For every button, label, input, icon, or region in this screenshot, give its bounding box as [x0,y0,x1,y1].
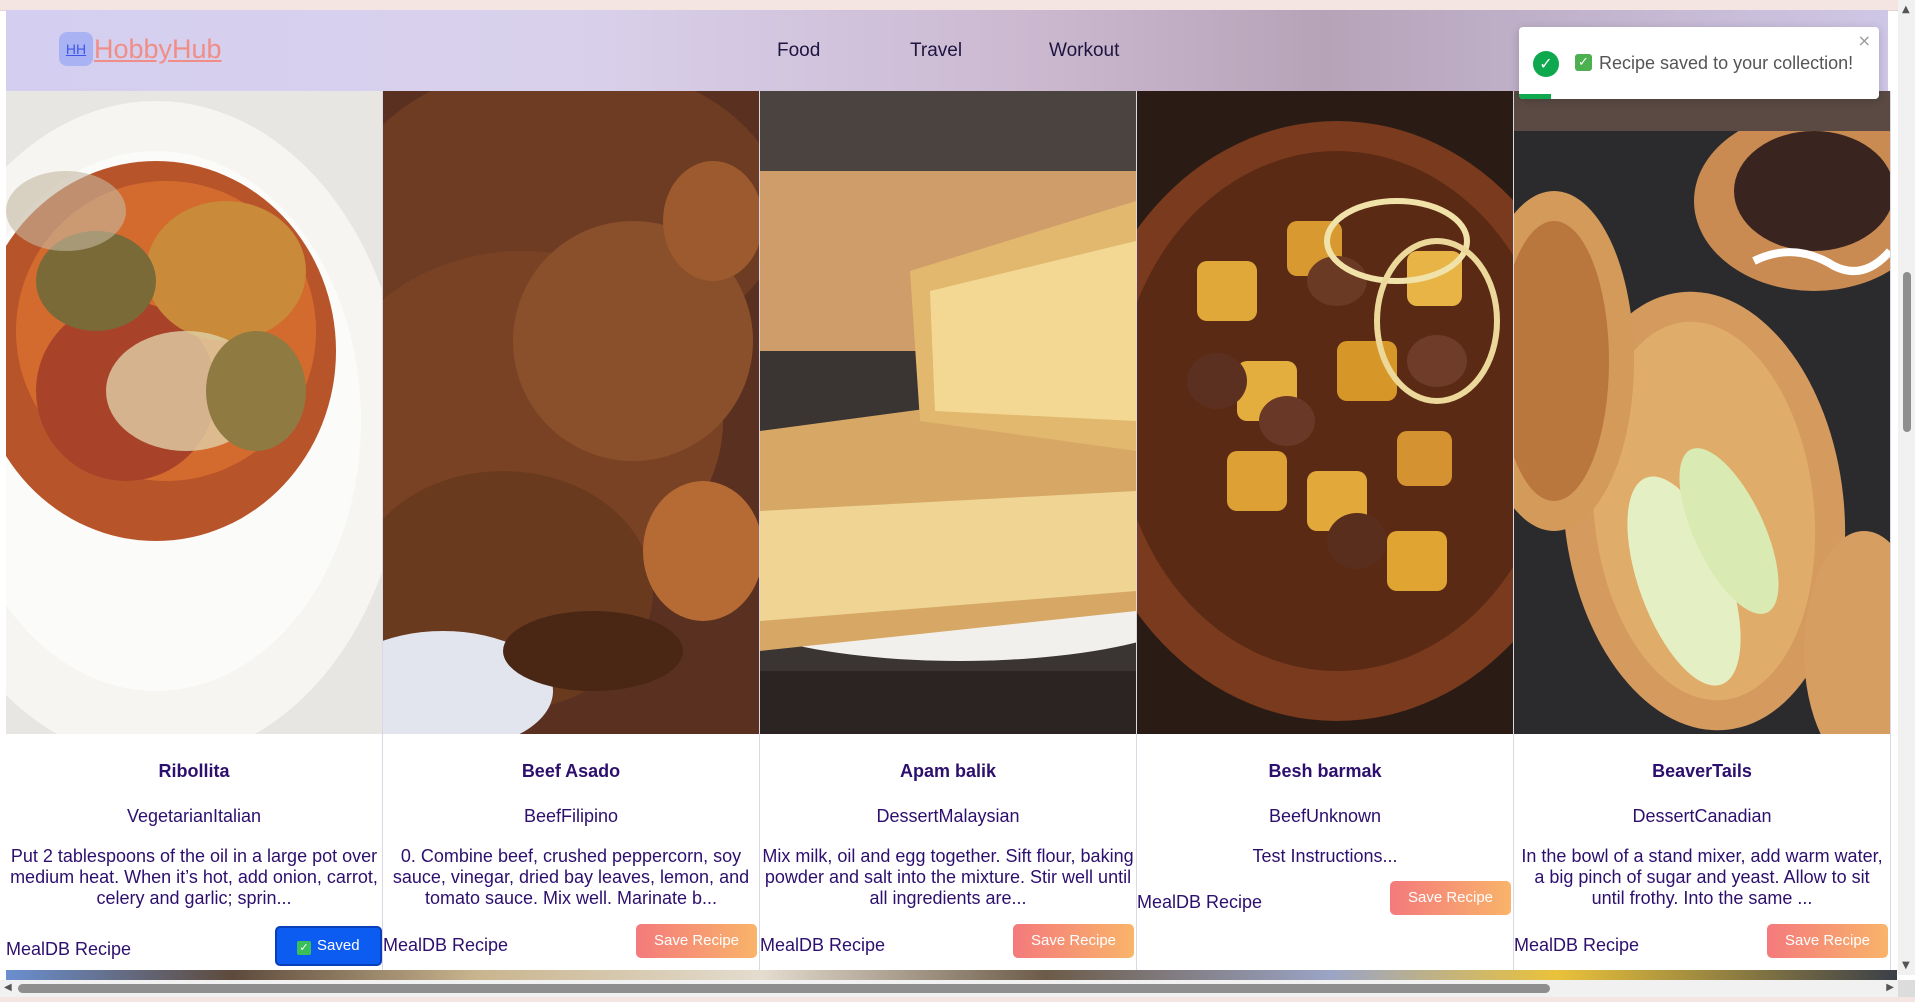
recipe-title: Ribollita [158,761,230,781]
recipe-title: BeaverTails [1652,761,1752,781]
recipe-source: MealDB Recipe [6,939,132,959]
saved-button[interactable]: ✓ Saved [275,926,382,966]
recipe-card: Beef Asado BeefFilipino 0. Combine beef,… [383,91,760,973]
recipe-image-ribollita [6,91,382,734]
recipe-card: Besh barmak BeefUnknown Test Instruction… [1137,91,1514,973]
recipe-image-beavertails [1514,91,1890,734]
vertical-scroll-thumb[interactable] [1903,272,1911,432]
save-recipe-button[interactable]: Save Recipe [1767,924,1888,958]
recipe-title: Besh barmak [1268,761,1382,781]
scroll-left-icon[interactable]: ◀ [4,982,12,993]
recipe-source: MealDB Recipe [1514,935,1640,955]
recipe-category: DessertCanadian [1632,806,1772,826]
recipe-description: Mix milk, oil and egg together. Sift flo… [762,846,1134,908]
next-row-images-peek [6,970,1897,980]
recipe-category: BeefUnknown [1268,806,1382,826]
recipe-grid: Ribollita VegetarianItalian Put 2 tables… [6,91,1897,974]
scroll-right-icon[interactable]: ▶ [1886,982,1894,993]
toast-progress-bar [1519,94,1552,99]
toast-message: Recipe saved to your collection! [1599,53,1854,73]
recipe-image-beef-asado [383,91,759,734]
recipe-image-besh-barmak [1137,91,1513,734]
recipe-source: MealDB Recipe [383,935,509,955]
saved-button-label: Saved [317,937,360,954]
close-icon[interactable]: × [1858,31,1871,50]
recipe-card: Apam balik DessertMalaysian Mix milk, oi… [760,91,1137,973]
recipe-image-apam-balik [760,91,1136,734]
recipe-card: Ribollita VegetarianItalian Put 2 tables… [6,91,383,973]
checkbox-emoji-icon: ✓ [1575,54,1592,71]
scroll-down-icon[interactable]: ▼ [1902,960,1910,971]
recipe-category: DessertMalaysian [876,806,1020,826]
nav-food[interactable]: Food [777,40,820,62]
recipe-category: VegetarianItalian [126,806,262,826]
save-recipe-button[interactable]: Save Recipe [1013,924,1134,958]
save-recipe-button[interactable]: Save Recipe [636,924,757,958]
toast-notification: ✓ ✓ Recipe saved to your collection! × [1519,27,1879,99]
browser-bottom-edge [0,997,1915,1002]
recipe-source: MealDB Recipe [1137,892,1263,912]
recipe-title: Apam balik [899,761,997,781]
vertical-scrollbar[interactable]: ▲ ▼ [1898,0,1915,975]
recipe-description: In the bowl of a stand mixer, add warm w… [1521,846,1883,908]
recipe-title: Beef Asado [521,761,621,781]
save-recipe-button[interactable]: Save Recipe [1390,881,1511,915]
logo-badge[interactable]: HH [59,32,93,66]
nav-travel[interactable]: Travel [910,40,962,62]
recipe-description: Put 2 tablespoons of the oil in a large … [10,846,378,908]
recipe-card: BeaverTails DessertCanadian In the bowl … [1514,91,1891,973]
nav-workout[interactable]: Workout [1049,40,1119,62]
recipe-description: Test Instructions... [1252,846,1398,866]
checkbox-icon: ✓ [297,941,311,955]
recipe-category: BeefFilipino [523,806,619,826]
scroll-up-icon[interactable]: ▲ [1902,4,1910,15]
success-check-icon: ✓ [1533,51,1559,77]
logo-link[interactable]: HobbyHub [94,34,222,65]
horizontal-scroll-thumb[interactable] [18,984,1550,993]
horizontal-scrollbar[interactable]: ◀ ▶ [0,980,1898,997]
recipe-source: MealDB Recipe [760,935,886,955]
recipe-description: 0. Combine beef, crushed peppercorn, soy… [392,846,750,908]
